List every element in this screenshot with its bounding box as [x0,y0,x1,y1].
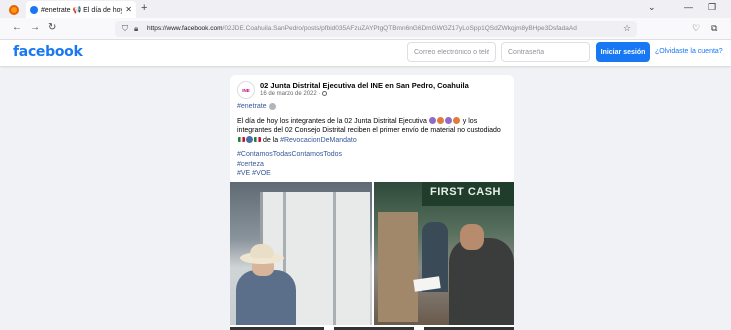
mexico-flag-icon [253,137,261,143]
post-text: El día de hoy los integrantes de la 02 J… [237,117,427,125]
back-icon[interactable]: ← [12,22,22,33]
mexico-flag-icon [237,137,245,143]
post-author[interactable]: 02 Junta Distrital Ejecutiva del INE en … [260,81,469,90]
hat-top [250,244,274,258]
facebook-logo[interactable]: facebook [13,44,83,60]
store-sign: FIRST CASH [422,182,514,206]
hashtag-link[interactable]: #VE #VOE [237,170,271,177]
firefox-icon[interactable] [8,4,20,16]
orange-emoji-icon [437,117,445,125]
avatar[interactable]: INE [237,81,255,99]
post-text-3: de la [262,136,279,144]
facebook-favicon-icon [30,5,38,14]
new-tab-button[interactable]: + [141,2,147,14]
boxes-image [378,212,418,322]
megaphone-emoji-icon [269,102,277,110]
purple-emoji-icon [445,117,453,125]
forward-icon[interactable]: → [30,22,40,33]
ballot-box-emoji-icon [245,136,253,144]
hashtag-link[interactable]: #RevocacionDeMandato [280,137,357,144]
reload-icon[interactable]: ↻ [48,22,56,33]
url-text[interactable]: https://www.facebook.com/02JDE.Coahuila.… [147,25,607,32]
email-field[interactable] [407,42,496,62]
post-photo-truck[interactable] [230,182,372,325]
post-photo-store[interactable]: FIRST CASH [374,182,514,325]
post-date-text: 16 de marzo de 2022 · [260,91,321,98]
orange-emoji-icon [453,117,461,125]
person-face [460,224,484,250]
browser-tab-active[interactable]: #enetrate 📢 El día de hoy lo... ✕ [26,1,136,18]
purple-emoji-icon [429,117,437,125]
forgot-account-link[interactable]: ¿Olvidaste la cuenta? [655,48,723,55]
tab-title: #enetrate 📢 El día de hoy lo... [41,6,123,14]
close-tab-icon[interactable]: ✕ [125,5,132,14]
pocket-icon[interactable]: ♡ [692,23,700,34]
extensions-icon[interactable]: ⧉ [711,23,717,34]
shield-icon[interactable]: ⛉ [122,24,128,34]
post-body: #enetrate El día de hoy los integrantes … [237,102,507,184]
hashtag-link[interactable]: #certeza [237,161,264,168]
person-figure [449,238,514,325]
post-card: INE 02 Junta Distrital Ejecutiva del INE… [230,75,514,330]
door-bar [333,192,336,325]
facebook-header: facebook Iniciar sesión ¿Olvidaste la cu… [0,40,731,66]
browser-tab-strip: #enetrate 📢 El día de hoy lo... ✕ + ⌄ — … [0,0,731,18]
url-bar[interactable]: ⛉ 🔒︎ https://www.facebook.com/02JDE.Coah… [115,21,637,37]
login-button[interactable]: Iniciar sesión [596,42,650,62]
lock-icon[interactable]: 🔒︎ [134,24,138,34]
person-figure [236,270,296,325]
post-date[interactable]: 16 de marzo de 2022 · [260,91,328,98]
hashtag-link[interactable]: #enetrate [237,103,267,110]
hashtag-link[interactable]: #ContamosTodasContamosTodos [237,151,342,158]
bookmark-star-icon[interactable]: ☆ [623,23,631,34]
post-photo-grid: FIRST CASH [230,182,514,330]
browser-navigation-bar: ← → ↻ ⛉ 🔒︎ https://www.facebook.com/02JD… [0,18,731,40]
minimize-icon[interactable]: — [684,2,693,12]
globe-icon [322,91,328,96]
maximize-icon[interactable]: ❐ [708,2,716,13]
password-field[interactable] [501,42,590,62]
tab-list-chevron-icon[interactable]: ⌄ [648,2,656,13]
